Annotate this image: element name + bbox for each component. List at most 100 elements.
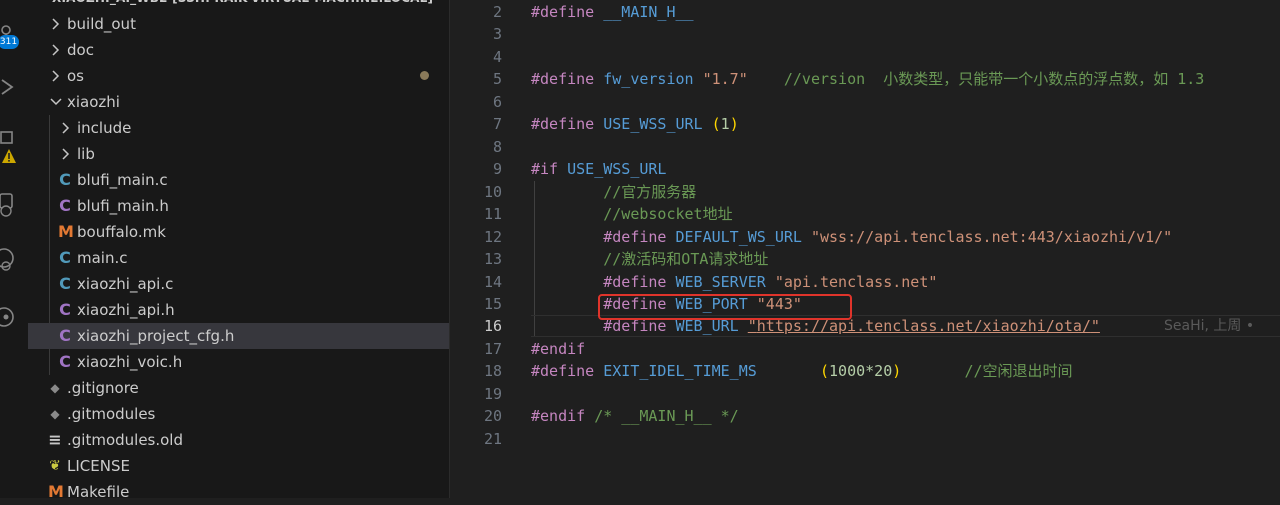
lines-icon: ≡ [48,430,62,449]
code-line-17[interactable]: #endif [531,338,585,360]
line-number: 20 [483,407,502,425]
activity-bar: 311 [0,0,28,498]
tree-file[interactable]: ◆ .gitignore [28,375,449,401]
tree-file[interactable]: ◆ .gitmodules [28,401,449,427]
line-number: 6 [492,93,502,111]
tree-item-label: main.c [77,249,128,267]
tree-folder[interactable]: xiaozhi [28,89,449,115]
chevron-right-icon [48,63,64,89]
c-header-icon: C [59,352,71,371]
chevron-right-icon [58,141,74,167]
line-number: 8 [492,138,502,156]
tree-file[interactable]: ❦ LICENSE [28,453,449,479]
code-editor[interactable]: 2 3 4 5 6 7 8 9 10 11 12 13 14 15 16 17 … [450,0,1280,498]
c-file-icon: C [59,274,71,293]
tree-item-label: blufi_main.c [77,171,168,189]
line-number: 18 [483,362,502,380]
makefile-icon: M [58,222,74,241]
code-line-9[interactable]: #if USE_WSS_URL [531,158,666,180]
line-number: 17 [483,340,502,358]
line-number: 11 [483,205,502,223]
code-line-18[interactable]: #define EXIT_IDEL_TIME_MS (1000*20) //空闲… [531,360,1073,382]
tree-file[interactable]: Cblufi_main.h [28,193,449,219]
tree-folder[interactable]: doc [28,37,449,63]
license-icon: ❦ [49,458,61,474]
code-line-5[interactable]: #define fw_version "1.7" //version 小数类型，… [531,68,1204,90]
c-file-icon: C [59,170,71,189]
c-header-icon: C [59,196,71,215]
code-line-12[interactable]: #define DEFAULT_WS_URL "wss://api.tencla… [531,226,1172,248]
chevron-down-icon [48,89,64,115]
tree-file[interactable]: Cxiaozhi_voic.h [28,349,449,375]
tree-item-label: .gitmodules.old [67,431,184,449]
tree-item-label: bouffalo.mk [77,223,166,241]
tree-item-label: xiaozhi [67,93,120,111]
tree-item-label: build_out [67,15,136,33]
line-number: 14 [483,273,502,291]
tree-item-label: lib [77,145,95,163]
tree-file[interactable]: Mbouffalo.mk [28,219,449,245]
tree-file[interactable]: Cmain.c [28,245,449,271]
git-icon: ◆ [50,407,60,421]
code-line-14[interactable]: #define WEB_SERVER "api.tenclass.net" [531,271,937,293]
tree-file[interactable]: M Makefile [28,479,449,505]
tree-file[interactable]: Cblufi_main.c [28,167,449,193]
line-number-active: 16 [483,317,502,335]
c-header-icon: C [59,326,71,345]
tree-item-label: xiaozhi_project_cfg.h [77,327,235,345]
git-blame-annotation: SeaHi, 上周 • [1164,318,1255,334]
line-number: 15 [483,295,502,313]
tree-item-label: xiaozhi_voic.h [77,353,183,371]
code-line-7[interactable]: #define USE_WSS_URL (1) [531,113,739,135]
source-control-badge: 311 [0,35,19,49]
warning-icon[interactable] [1,148,17,164]
tree-folder[interactable]: lib [28,141,449,167]
tree-folder[interactable]: os [28,63,449,89]
tree-file[interactable]: Cxiaozhi_project_cfg.h [28,323,449,349]
run-debug-icon[interactable] [0,70,28,104]
c-file-icon: C [59,248,71,267]
line-number: 2 [492,3,502,21]
chevron-right-icon [48,37,64,63]
tree-folder[interactable]: include [28,115,449,141]
git-graph-icon[interactable] [0,300,28,334]
tree-file[interactable]: Cxiaozhi_api.h [28,297,449,323]
code-line-20[interactable]: #endif /* __MAIN_H__ */ [531,405,739,427]
line-number: 4 [492,48,502,66]
account-icon[interactable] [0,352,28,386]
code-line-13[interactable]: //激活码和OTA请求地址 [531,248,768,270]
tree-item-label: include [77,119,132,137]
code-line-10[interactable]: //官方服务器 [531,181,696,203]
tree-folder[interactable]: build_out [28,11,449,37]
code-line-2[interactable]: #define __MAIN_H__ [531,1,694,23]
chevron-right-icon [48,11,64,37]
line-number: 21 [483,430,502,448]
line-number: 3 [492,25,502,43]
tree-item-label: xiaozhi_api.h [77,301,175,319]
c-header-icon: C [59,300,71,319]
tree-item-label: LICENSE [67,457,130,475]
code-line-11[interactable]: //websocket地址 [531,203,732,225]
tree-item-label: blufi_main.h [77,197,169,215]
tree-item-label: Makefile [67,483,130,501]
tree-item-label: doc [67,41,94,59]
line-number: 19 [483,385,502,403]
tree-item-label: os [67,67,84,85]
makefile-icon: M [48,482,64,501]
tree-file[interactable]: ≡ .gitmodules.old [28,427,449,453]
tree-item-label: xiaozhi_api.c [77,275,174,293]
workspace-title[interactable]: XIAOZHI_AI_WB2 [SSH: RAIK-VIRTUAL-MACHIN… [52,0,433,9]
chevron-right-icon [58,115,74,141]
line-number: 7 [492,115,502,133]
highlight-annotation-box [598,294,852,320]
remote-explorer-icon[interactable] [0,190,28,224]
testing-icon[interactable] [0,244,28,278]
line-number: 5 [492,70,502,88]
line-number: 10 [483,183,502,201]
git-icon: ◆ [50,381,60,395]
line-number: 9 [492,160,502,178]
line-number: 13 [483,250,502,268]
line-number: 12 [483,228,502,246]
tree-item-label: .gitmodules [67,405,156,423]
tree-file[interactable]: Cxiaozhi_api.c [28,271,449,297]
